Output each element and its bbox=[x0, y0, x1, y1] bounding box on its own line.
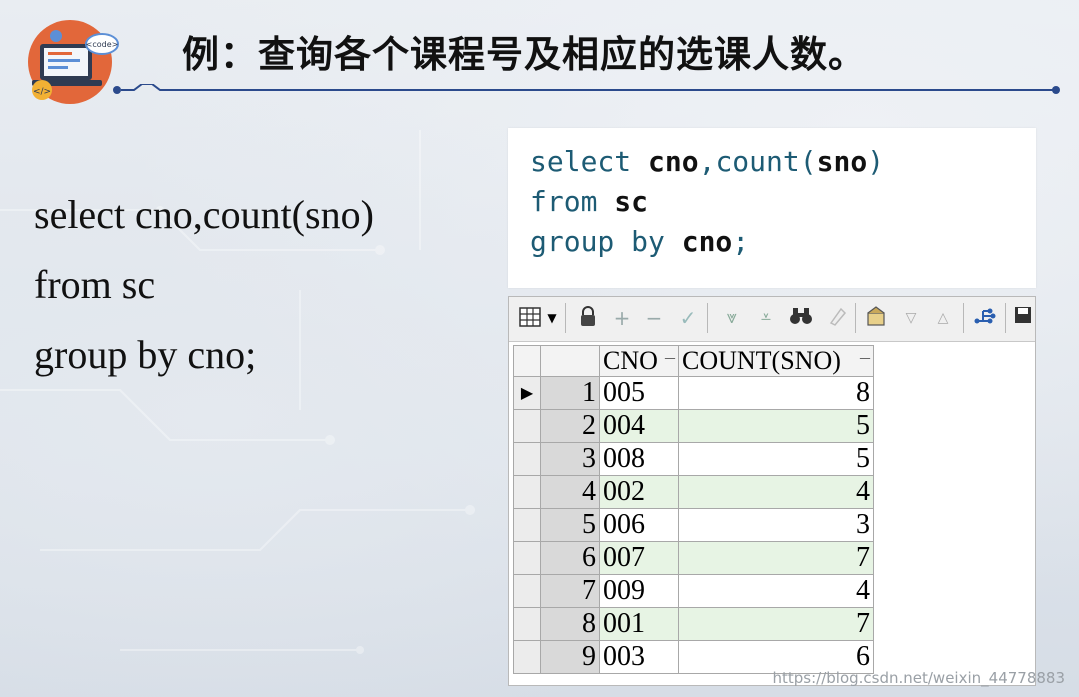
code-laptop-logo-icon: <code> </> bbox=[28, 20, 119, 104]
row-number: 9 bbox=[540, 640, 600, 674]
row-number: 2 bbox=[540, 409, 600, 443]
row-indicator bbox=[513, 475, 541, 509]
chart-icon[interactable] bbox=[971, 305, 999, 331]
post-edit-icon[interactable]: ✓ bbox=[675, 305, 701, 331]
grid-toolbar: ▼ + − ✓ ⩔ ⩡ ▽ △ bbox=[509, 297, 1035, 342]
table-row[interactable]: 4 002 4 bbox=[513, 475, 874, 509]
cell-count[interactable]: 7 bbox=[678, 607, 874, 641]
semicolon: ; bbox=[732, 225, 750, 258]
toolbar-separator bbox=[963, 303, 964, 333]
code-glyph-text: </> bbox=[33, 87, 51, 97]
column-header-cno[interactable]: CNO – bbox=[599, 345, 679, 377]
table-header-row: CNO – COUNT(SNO) – bbox=[513, 345, 874, 377]
func-count: ,count( bbox=[698, 145, 817, 178]
table-row[interactable]: 7 009 4 bbox=[513, 574, 874, 608]
indicator-header-cell bbox=[513, 345, 541, 377]
row-indicator bbox=[513, 541, 541, 575]
row-number: 3 bbox=[540, 442, 600, 476]
cell-count[interactable]: 5 bbox=[678, 442, 874, 476]
close-paren: ) bbox=[867, 145, 885, 178]
ident-sno: sno bbox=[816, 145, 868, 178]
plain-sql-line: from sc bbox=[34, 262, 156, 307]
row-indicator bbox=[513, 607, 541, 641]
sql-editor-panel[interactable]: select cno,count(sno) from sc group by c… bbox=[508, 128, 1036, 288]
cell-count[interactable]: 5 bbox=[678, 409, 874, 443]
ident-sc: sc bbox=[614, 185, 649, 218]
ident-cno: cno bbox=[648, 145, 699, 178]
cell-cno[interactable]: 009 bbox=[599, 574, 679, 608]
cell-count[interactable]: 8 bbox=[678, 376, 874, 410]
add-record-icon[interactable]: + bbox=[611, 305, 633, 331]
row-indicator bbox=[513, 640, 541, 674]
row-number: 7 bbox=[540, 574, 600, 608]
dropdown-arrow-icon[interactable]: ▼ bbox=[545, 305, 559, 331]
ident-cno: cno bbox=[681, 225, 733, 258]
save-icon[interactable] bbox=[1013, 305, 1033, 331]
row-number: 5 bbox=[540, 508, 600, 542]
delete-record-icon[interactable]: − bbox=[643, 305, 665, 331]
code-line-2: from sc bbox=[530, 182, 648, 222]
toolbar-separator bbox=[565, 303, 566, 333]
row-number: 8 bbox=[540, 607, 600, 641]
table-row[interactable]: 3 008 5 bbox=[513, 442, 874, 476]
column-header-label: CNO bbox=[603, 346, 658, 375]
cell-count[interactable]: 4 bbox=[678, 475, 874, 509]
row-number: 4 bbox=[540, 475, 600, 509]
plain-sql-line: group by cno; bbox=[34, 332, 257, 377]
column-resize-icon: – bbox=[665, 346, 675, 368]
table-row[interactable]: 2 004 5 bbox=[513, 409, 874, 443]
row-indicator bbox=[513, 574, 541, 608]
filter-down-icon[interactable]: ⩔ bbox=[719, 305, 745, 331]
cell-cno[interactable]: 005 bbox=[599, 376, 679, 410]
cell-cno[interactable]: 002 bbox=[599, 475, 679, 509]
result-grid-window: ▼ + − ✓ ⩔ ⩡ ▽ △ CNO – COUNT(SNO) – ▶ 1 0… bbox=[508, 296, 1036, 686]
column-header-count[interactable]: COUNT(SNO) – bbox=[678, 345, 874, 377]
export-icon[interactable] bbox=[863, 305, 891, 331]
code-badge-text: <code> bbox=[86, 40, 119, 49]
table-row[interactable]: 8 001 7 bbox=[513, 607, 874, 641]
filter-clear-icon[interactable]: ⩡ bbox=[753, 305, 779, 331]
column-header-label: COUNT(SNO) bbox=[682, 346, 841, 375]
sort-up-icon[interactable]: △ bbox=[931, 305, 955, 331]
cell-cno[interactable]: 004 bbox=[599, 409, 679, 443]
current-row-indicator-icon: ▶ bbox=[513, 376, 541, 410]
keyword-select: select bbox=[530, 145, 649, 178]
cell-cno[interactable]: 007 bbox=[599, 541, 679, 575]
row-indicator bbox=[513, 508, 541, 542]
keyword-group-by: group by bbox=[530, 225, 682, 258]
code-line-3: group by cno; bbox=[530, 222, 749, 262]
rownum-header-cell bbox=[540, 345, 600, 377]
page-title: 例：查询各个课程号及相应的选课人数。 bbox=[182, 33, 866, 76]
cell-count[interactable]: 3 bbox=[678, 508, 874, 542]
keyword-from: from bbox=[530, 185, 615, 218]
toolbar-separator bbox=[855, 303, 856, 333]
cell-count[interactable]: 7 bbox=[678, 541, 874, 575]
table-row[interactable]: 6 007 7 bbox=[513, 541, 874, 575]
sort-down-icon[interactable]: ▽ bbox=[899, 305, 923, 331]
clear-icon[interactable] bbox=[825, 305, 849, 331]
watermark-url: https://blog.csdn.net/weixin_44778883 bbox=[772, 669, 1065, 687]
column-resize-icon: – bbox=[860, 346, 870, 368]
cell-count[interactable]: 4 bbox=[678, 574, 874, 608]
cell-cno[interactable]: 001 bbox=[599, 607, 679, 641]
cell-cno[interactable]: 008 bbox=[599, 442, 679, 476]
title-underline bbox=[113, 84, 1060, 94]
toolbar-separator bbox=[707, 303, 708, 333]
plain-sql-text: select cno,count(sno) from sc group by c… bbox=[34, 180, 374, 390]
cell-cno[interactable]: 003 bbox=[599, 640, 679, 674]
binoculars-icon[interactable] bbox=[787, 305, 815, 331]
code-line-1: select cno,count(sno) bbox=[530, 142, 884, 182]
row-number: 6 bbox=[540, 541, 600, 575]
row-number: 1 bbox=[540, 376, 600, 410]
lock-icon[interactable] bbox=[575, 305, 601, 331]
row-indicator bbox=[513, 442, 541, 476]
table-row[interactable]: ▶ 1 005 8 bbox=[513, 376, 874, 410]
toolbar-separator bbox=[1005, 303, 1006, 333]
plain-sql-line: select cno,count(sno) bbox=[34, 192, 374, 237]
result-table: CNO – COUNT(SNO) – ▶ 1 005 8 2 004 5 3 008… bbox=[513, 345, 874, 674]
cell-cno[interactable]: 006 bbox=[599, 508, 679, 542]
table-row[interactable]: 5 006 3 bbox=[513, 508, 874, 542]
row-indicator bbox=[513, 409, 541, 443]
grid-icon[interactable] bbox=[517, 305, 543, 331]
